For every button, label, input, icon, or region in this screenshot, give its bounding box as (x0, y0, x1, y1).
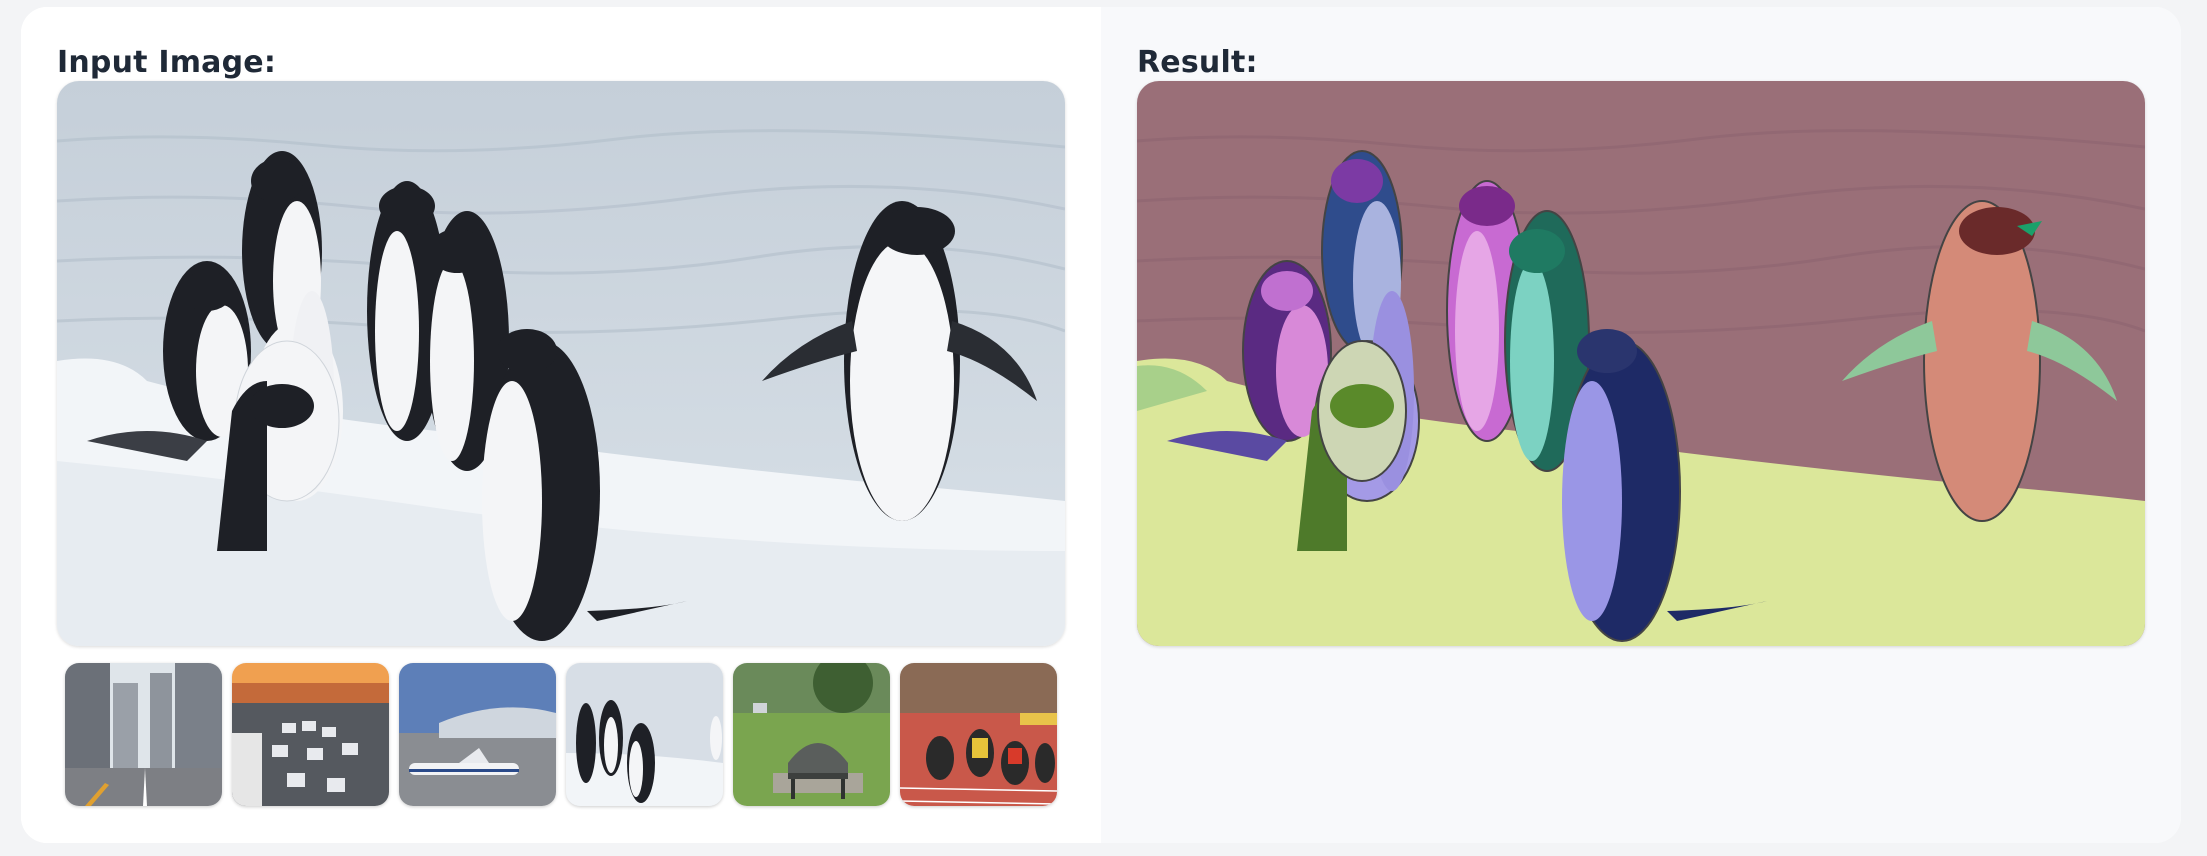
example-city-street[interactable] (65, 663, 222, 806)
demo-card: Input Image: Result: (21, 7, 2181, 843)
example-penguins[interactable] (566, 663, 723, 806)
example-park-bench[interactable] (733, 663, 890, 806)
result-panel: Result: (1101, 7, 2181, 843)
example-traffic-highway[interactable] (232, 663, 389, 806)
example-gallery (65, 663, 1057, 806)
input-panel: Input Image: (21, 7, 1101, 843)
result-title: Result: (1137, 45, 1258, 80)
example-airport[interactable] (399, 663, 556, 806)
result-image (1137, 81, 2145, 646)
input-image (57, 81, 1065, 646)
example-sprinters[interactable] (900, 663, 1057, 806)
input-image-title: Input Image: (57, 45, 277, 80)
